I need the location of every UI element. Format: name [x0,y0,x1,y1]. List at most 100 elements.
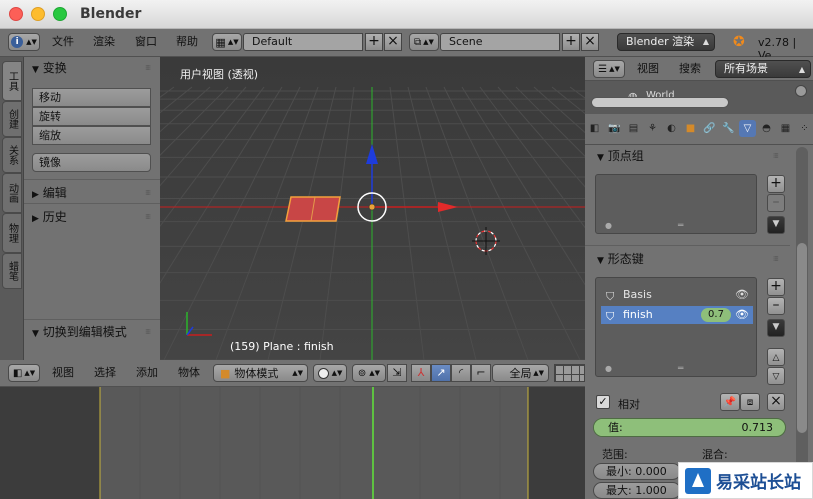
outliner-scrollbar[interactable] [591,97,729,108]
properties-scroll-thumb[interactable] [797,243,807,433]
tab-physics[interactable]: 物理 [2,213,22,253]
data-tab-icon[interactable]: ▽ [739,120,756,137]
range-max-field[interactable]: 最大: 1.000 [593,482,681,499]
outliner-menu-search[interactable]: 搜索 [679,57,701,81]
scene-tab-icon[interactable]: ⚘ [644,120,661,137]
move-shape-key-down-button[interactable]: ▽ [767,367,785,385]
delete-scene-button[interactable]: × [581,33,599,51]
material-tab-icon[interactable]: ◓ [758,120,775,137]
manipulator-toggle-button[interactable]: ⇲ [387,364,407,382]
scene-browse-button[interactable]: ⧉ ▲▼ [409,33,439,51]
panel-grip-icon[interactable]: ⁞⁞⁞⁞ [773,255,779,263]
shape-key-row-selected[interactable]: ⛉ finish 0.7 👁 [601,306,753,324]
3d-viewport[interactable]: 用户视图 (透视) (159) Plane : finish [160,57,585,360]
menu-object[interactable]: 物体 [178,360,200,386]
translate-manipulator-button[interactable]: ↗ [431,364,451,382]
panel-grip-icon[interactable]: ⁞⁞⁞⁞ [145,213,151,221]
vertex-groups-list[interactable]: ● ═ [595,174,757,234]
shape-keys-list[interactable]: ⛉ Basis 👁 ⛉ finish 0.7 👁 ● ═ [595,277,757,377]
add-vertex-group-button[interactable]: + [767,175,785,193]
texture-tab-icon[interactable]: ▦ [777,120,794,137]
screen-layout-field[interactable]: Default [243,33,363,51]
clear-shape-keys-button[interactable]: × [767,393,785,411]
tab-relations[interactable]: 关系 [2,137,22,173]
add-scene-button[interactable]: + [562,33,580,51]
window-close-button[interactable] [9,7,23,21]
operator-panel-header[interactable]: ▼ 切换到编辑模式 [32,323,127,340]
remove-shape-key-button[interactable]: – [767,297,785,315]
panel-grip-icon[interactable]: ⁞⁞⁞⁞ [145,328,151,336]
edit-panel-header[interactable]: ▶ 编辑 [32,184,67,201]
world-tab-icon[interactable]: ◐ [663,120,680,137]
translate-button[interactable]: 移动 [32,88,151,107]
modifiers-tab-icon[interactable]: 🔧 [720,120,737,137]
interaction-mode-dropdown[interactable]: ■ 物体模式 ▲▼ [213,364,308,382]
outliner-scroll-knob[interactable] [795,85,807,97]
range-min-field[interactable]: 最小: 0.000 [593,463,681,480]
tab-animation[interactable]: 动画 [2,173,22,213]
menu-window[interactable]: 窗口 [135,29,157,55]
list-resize-grip-icon[interactable]: ═ [678,364,683,374]
menu-help[interactable]: 帮助 [176,29,198,55]
timeline-canvas[interactable] [0,387,585,499]
relative-checkbox[interactable]: ✓ [596,395,610,409]
list-resize-grip-icon[interactable]: ═ [678,221,683,231]
object-tab-icon[interactable]: ■ [682,120,699,137]
shape-key-row[interactable]: ⛉ Basis 👁 [601,286,753,304]
shape-key-value[interactable]: 0.7 [701,308,731,322]
render-engine-dropdown[interactable]: Blender 渲染 ▲ [617,33,715,51]
shape-keys-panel-header[interactable]: ▼ 形态键 [597,250,644,267]
tab-tools[interactable]: 工具 [2,61,22,101]
render-layers-tab-icon[interactable]: ▤ [625,120,642,137]
mirror-button[interactable]: 镜像 [32,153,151,172]
panel-grip-icon[interactable]: ⁞⁞⁞⁞ [145,189,151,197]
menu-add[interactable]: 添加 [136,360,158,386]
vertex-group-specials-button[interactable]: ▼ [767,216,785,234]
tab-grease-pencil[interactable]: 蜡笔 [2,253,22,289]
delete-screen-button[interactable]: × [384,33,402,51]
editor-type-info-button[interactable]: i ▲▼ [8,33,40,51]
rotate-button[interactable]: 旋转 [32,107,151,126]
eye-icon[interactable]: 👁 [735,306,749,324]
panel-grip-icon[interactable]: ⁞⁞⁞⁞ [773,152,779,160]
screen-layout-browse-button[interactable]: ▦ ▲▼ [212,33,242,51]
tab-create[interactable]: 创建 [2,101,22,137]
add-screen-button[interactable]: + [365,33,383,51]
constraints-tab-icon[interactable]: 🔗 [701,120,718,137]
viewport-canvas[interactable] [160,57,585,360]
editor-type-properties-button[interactable]: ◧ [586,120,603,137]
add-shape-key-button[interactable]: + [767,278,785,296]
viewport-shading-dropdown[interactable]: ▲▼ [313,364,347,382]
transform-panel-header[interactable]: ▼ 变换 [32,59,67,76]
render-tab-icon[interactable]: 📷 [606,120,623,137]
remove-vertex-group-button[interactable]: – [767,194,785,212]
outliner-menu-view[interactable]: 视图 [637,57,659,81]
menu-select[interactable]: 选择 [94,360,116,386]
outliner-display-filter-dropdown[interactable]: 所有场景 ▲ [715,60,811,78]
properties-scrollbar[interactable] [796,147,808,497]
panel-grip-icon[interactable]: ⁞⁞⁞⁞ [145,64,151,72]
scale-manipulator-button[interactable]: ⌐ [471,364,491,382]
window-minimize-button[interactable] [31,7,45,21]
window-maximize-button[interactable] [53,7,67,21]
menu-render[interactable]: 渲染 [93,29,115,55]
transform-orientation-dropdown[interactable]: 全局 ▲▼ [492,364,549,382]
particles-tab-icon[interactable]: ⁘ [796,120,813,137]
pivot-point-dropdown[interactable]: ⊚ ▲▼ [352,364,386,382]
menu-file[interactable]: 文件 [52,29,74,55]
shape-key-pin-button[interactable]: 📌 [720,393,740,411]
shape-key-edit-mode-button[interactable]: ⧈ [740,393,760,411]
menu-view[interactable]: 视图 [52,360,74,386]
history-panel-header[interactable]: ▶ 历史 [32,208,67,225]
rotate-manipulator-button[interactable]: ◜ [451,364,471,382]
editor-type-outliner-button[interactable]: ☰ ▲▼ [593,60,625,78]
timeline-editor[interactable] [0,387,585,499]
editor-type-3dview-button[interactable]: ◧ ▲▼ [8,364,40,382]
scene-field[interactable]: Scene [440,33,560,51]
layers-grid[interactable] [554,364,585,382]
shape-key-specials-button[interactable]: ▼ [767,319,785,337]
vertex-groups-panel-header[interactable]: ▼ 顶点组 [597,147,644,164]
manipulator-axis-icon-button[interactable]: ⅄ [411,364,431,382]
eye-icon[interactable]: 👁 [735,286,749,304]
move-shape-key-up-button[interactable]: △ [767,348,785,366]
